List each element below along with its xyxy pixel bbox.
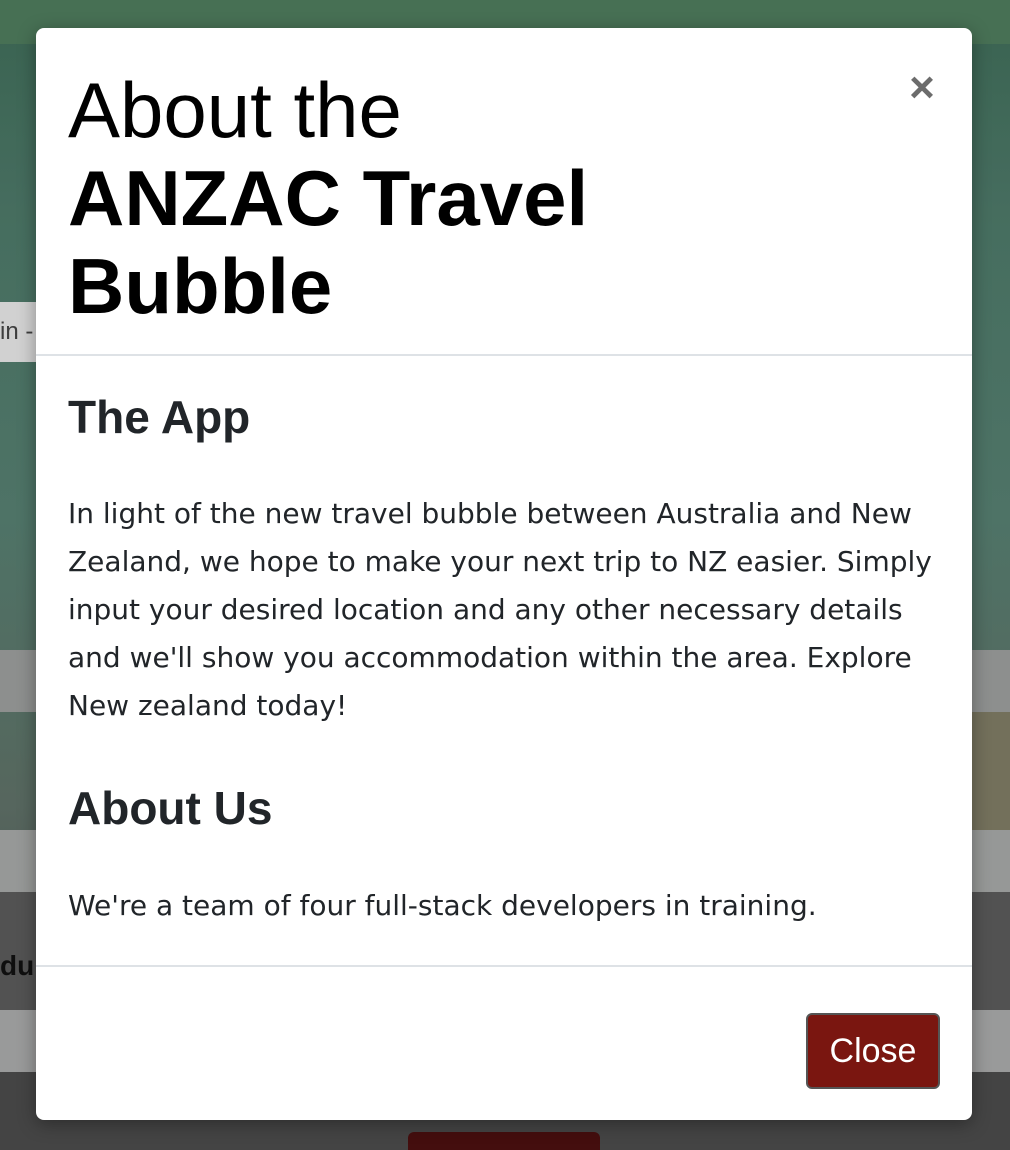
modal-title-line3: Bubble: [68, 242, 333, 330]
section-text-about-us: We're a team of four full-stack develope…: [68, 889, 817, 922]
section-text-the-app: In light of the new travel bubble betwee…: [68, 497, 932, 722]
section-heading-about-us: About Us: [68, 782, 273, 834]
close-icon[interactable]: ×: [902, 66, 942, 110]
modal-footer: Close: [36, 965, 972, 1120]
section-heading-the-app: The App: [68, 391, 251, 443]
about-modal: About the ANZAC Travel Bubble × The App …: [36, 28, 972, 1120]
modal-title-line2: ANZAC Travel: [68, 154, 589, 242]
close-button[interactable]: Close: [806, 1013, 940, 1089]
modal-title: About the ANZAC Travel Bubble: [68, 66, 588, 330]
modal-title-line1: About the: [68, 66, 402, 154]
modal-header: About the ANZAC Travel Bubble ×: [36, 28, 972, 356]
